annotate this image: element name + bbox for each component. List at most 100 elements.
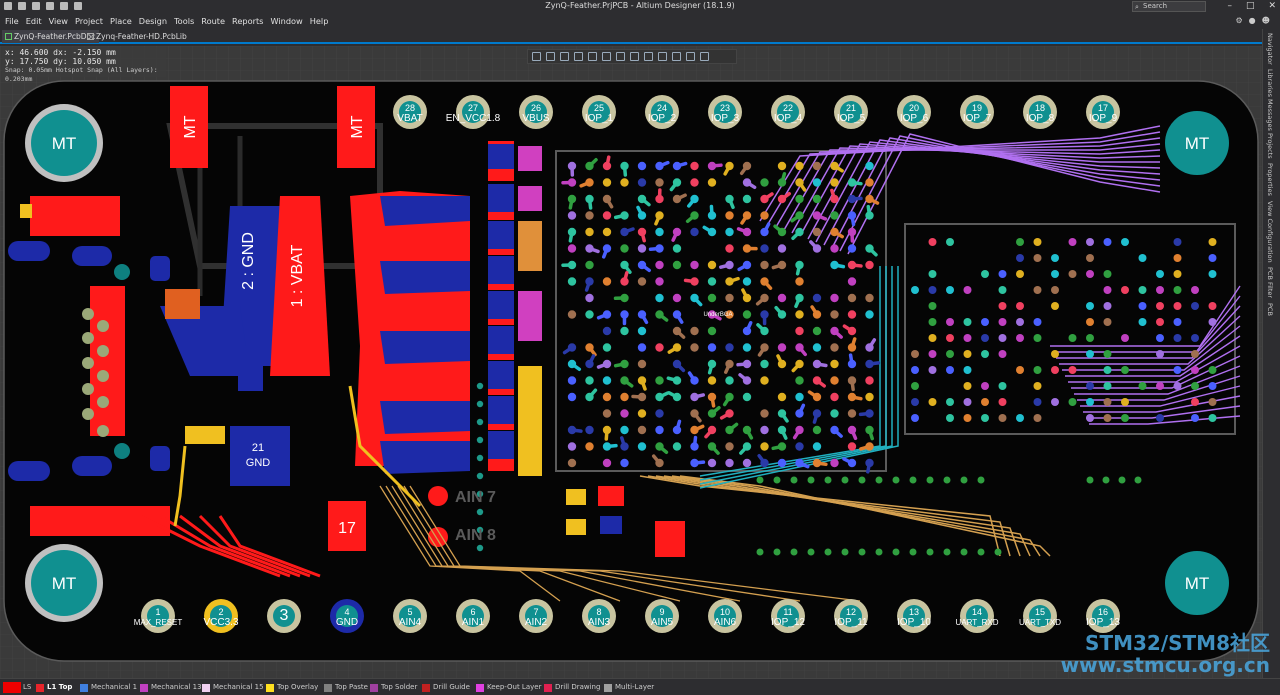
menu-project[interactable]: Project	[75, 14, 103, 29]
pin-number: 20	[909, 103, 919, 113]
header-pin: 25IOP_1	[582, 95, 616, 129]
pin-name: IOP_2	[648, 113, 677, 124]
notifications-icon[interactable]: ●	[1249, 16, 1256, 25]
menu-help[interactable]: Help	[310, 14, 329, 29]
layer-tab-keep-out-layer[interactable]: Keep-Out Layer	[476, 682, 541, 693]
header-pin: 8AIN3	[582, 599, 616, 633]
layer-label: Mechanical 15	[213, 683, 264, 691]
window-title: ZynQ-Feather.PrjPCB - Altium Designer (1…	[545, 1, 735, 10]
align-icon[interactable]	[574, 52, 583, 61]
route-icon[interactable]	[602, 52, 611, 61]
header-pin: 9AIN5	[645, 599, 679, 633]
mt-label: MT	[1185, 574, 1210, 593]
menu-place[interactable]: Place	[110, 14, 132, 29]
layer-set-button[interactable]: LS	[3, 682, 33, 693]
component-icon[interactable]	[588, 52, 597, 61]
panel-tab-libraries[interactable]: Libraries	[1266, 69, 1274, 97]
layer-tab-top-paste[interactable]: Top Paste	[324, 682, 368, 693]
pin-number: 2	[218, 607, 223, 617]
polygon-icon[interactable]	[658, 52, 667, 61]
header-pin: 23IOP_3	[708, 95, 742, 129]
panel-tab-pcb-filter[interactable]: PCB Filter	[1266, 267, 1274, 298]
gear-icon[interactable]: ⚙	[1236, 16, 1243, 25]
layer-color-swatch	[36, 684, 44, 692]
pin-name: IOP_4	[774, 113, 803, 124]
pin-name: IOP_8	[1026, 113, 1055, 124]
fill-icon[interactable]	[644, 52, 653, 61]
panel-tab-pcb[interactable]: PCB	[1266, 303, 1274, 316]
pin-name: IOP_6	[900, 113, 929, 124]
layer-tab-mechanical-13[interactable]: Mechanical 13	[140, 682, 202, 693]
maximize-button[interactable]: □	[1246, 1, 1255, 11]
text-icon[interactable]	[672, 52, 681, 61]
search-input[interactable]: ⌕ Search	[1132, 1, 1206, 12]
pin-number: 3	[280, 607, 289, 624]
menu-bar: File Edit View Project Place Design Tools Route…	[0, 14, 1280, 29]
dimension-icon[interactable]	[686, 52, 695, 61]
pcb-canvas[interactable]: MT MT MT MT MT MT 2 : GND 1 : VBAT 17 AI…	[0, 46, 1262, 678]
menu-edit[interactable]: Edit	[26, 14, 42, 29]
layer-tab-multi-layer[interactable]: Multi-Layer	[604, 682, 654, 693]
layer-tab-drill-drawing[interactable]: Drill Drawing	[544, 682, 600, 693]
tab-pcblib[interactable]: Zynq-Feather-HD.PcbLib	[84, 30, 191, 43]
layer-color-swatch	[266, 684, 274, 692]
header-pin: 17IOP_9	[1086, 95, 1120, 129]
layer-label: Drill Drawing	[555, 683, 601, 691]
pcb-lib-icon	[87, 33, 94, 40]
pcb-doc-icon	[5, 33, 12, 40]
menu-design[interactable]: Design	[139, 14, 167, 29]
pin-name: IOP_11	[834, 617, 868, 628]
pin-name: IOP_7	[963, 113, 992, 124]
filter-icon[interactable]	[532, 52, 541, 61]
menu-file[interactable]: File	[5, 14, 19, 29]
pin-number: 16	[1098, 607, 1108, 617]
layer-tab-l1-top[interactable]: L1 Top	[36, 682, 72, 693]
menu-route[interactable]: Route	[201, 14, 225, 29]
menu-window[interactable]: Window	[270, 14, 302, 29]
panel-tab-view-configuration[interactable]: View Configuration	[1266, 201, 1274, 263]
differential-pair-icon[interactable]	[616, 52, 625, 61]
panel-tab-messages[interactable]: Messages	[1266, 99, 1274, 131]
tab-label: Zynq-Feather-HD.PcbLib	[96, 32, 187, 41]
header-pin: 4GND	[330, 599, 364, 633]
layer-label: Keep-Out Layer	[487, 683, 542, 691]
pin-number: 25	[594, 103, 604, 113]
menu-view[interactable]: View	[49, 14, 68, 29]
pin-number: 8	[596, 607, 601, 617]
pin-name: MAX_RESET	[134, 618, 183, 627]
header-pin: 7AIN2	[519, 599, 553, 633]
header-pin: 5AIN4	[393, 599, 427, 633]
via-icon[interactable]	[630, 52, 639, 61]
header-pin: 18IOP_8	[1023, 95, 1057, 129]
layer-tab-drill-guide[interactable]: Drill Guide	[422, 682, 470, 693]
header-pin: 24IOP_2	[645, 95, 679, 129]
layer-tab-mechanical-1[interactable]: Mechanical 1	[80, 682, 137, 693]
panel-tab-navigator[interactable]: Navigator	[1266, 33, 1274, 65]
layer-label: Mechanical 13	[151, 683, 202, 691]
minimize-button[interactable]: –	[1227, 1, 1232, 11]
select-icon[interactable]	[546, 52, 555, 61]
pin-name: IOP_13	[1086, 617, 1120, 628]
menu-tools[interactable]: Tools	[174, 14, 194, 29]
panel-tab-properties[interactable]: Properties	[1266, 163, 1274, 196]
layer-color-swatch	[422, 684, 430, 692]
layer-tab-mechanical-15[interactable]: Mechanical 15	[202, 682, 264, 693]
mt-pad-label: MT	[349, 115, 366, 138]
pin-name: IOP_3	[711, 113, 740, 124]
layer-tab-top-overlay[interactable]: Top Overlay	[266, 682, 318, 693]
pin-name: AIN1	[462, 617, 485, 628]
layer-tab-top-solder[interactable]: Top Solder	[370, 682, 417, 693]
layer-label: Top Paste	[335, 683, 368, 691]
move-icon[interactable]	[560, 52, 569, 61]
pin-name: IOP_9	[1089, 113, 1118, 124]
close-button[interactable]: ✕	[1268, 1, 1276, 11]
pin-name: GND	[336, 617, 358, 628]
line-icon[interactable]	[700, 52, 709, 61]
menu-reports[interactable]: Reports	[232, 14, 263, 29]
layer-label: Multi-Layer	[615, 683, 655, 691]
user-icon[interactable]: ☻	[1262, 16, 1270, 25]
layer-color-swatch	[80, 684, 88, 692]
panel-tab-projects[interactable]: Projects	[1266, 133, 1274, 159]
layer-label: Top Solder	[381, 683, 418, 691]
pin-name: AIN3	[588, 617, 611, 628]
